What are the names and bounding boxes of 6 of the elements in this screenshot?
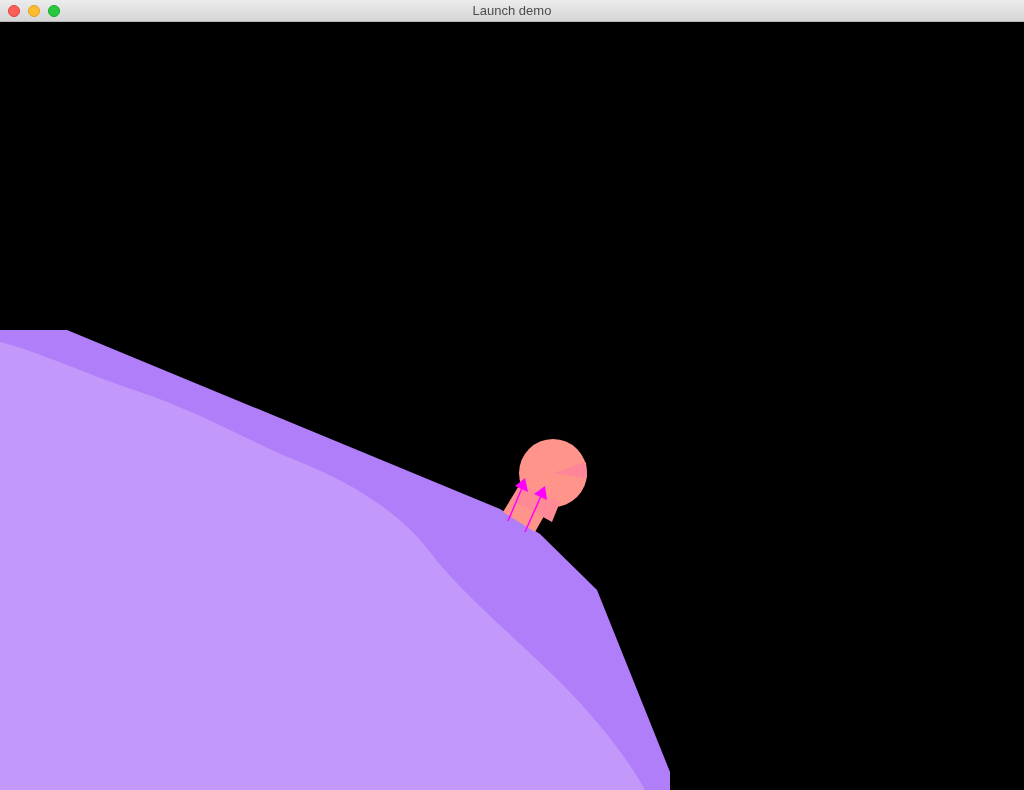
minimize-icon[interactable]: [28, 5, 40, 17]
close-icon[interactable]: [8, 5, 20, 17]
velocity-arrow: [524, 486, 547, 533]
maximize-icon[interactable]: [48, 5, 60, 17]
window-title: Launch demo: [472, 1, 552, 20]
thrust-arrow: [507, 478, 528, 522]
